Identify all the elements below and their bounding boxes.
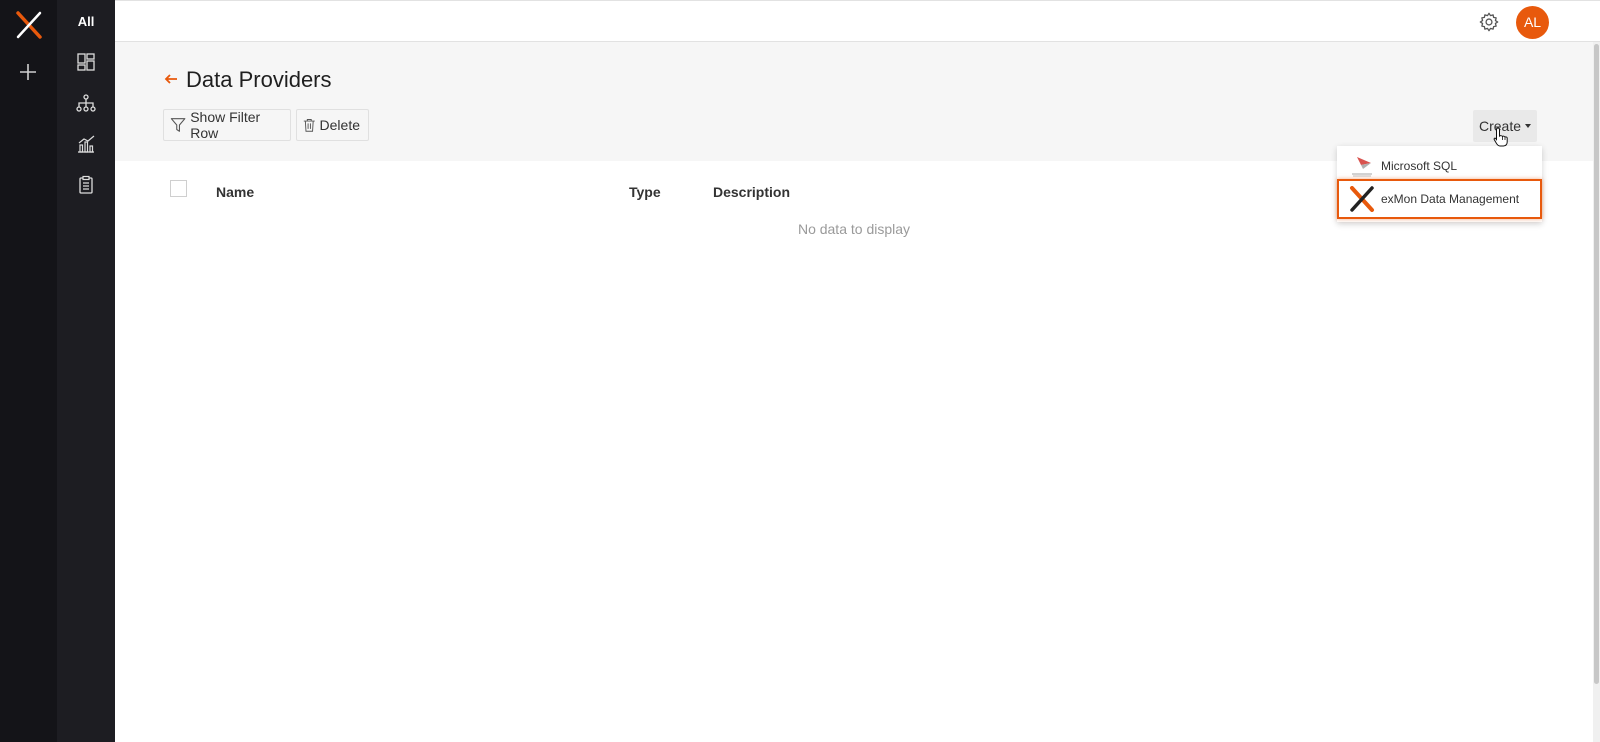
exmon-logo-icon[interactable]: [14, 10, 44, 40]
delete-button[interactable]: Delete: [296, 109, 369, 141]
create-dropdown-menu: Microsoft SQL exMon Data Management: [1337, 146, 1542, 222]
menu-item-microsoft-sql[interactable]: Microsoft SQL: [1337, 151, 1542, 181]
scrollbar-thumb[interactable]: [1594, 44, 1599, 684]
clipboard-icon[interactable]: [76, 175, 96, 195]
user-avatar[interactable]: AL: [1516, 6, 1549, 39]
app-window: All AL Data Providers Show Filter Row De…: [0, 0, 1600, 742]
delete-label: Delete: [319, 117, 360, 133]
column-header-description[interactable]: Description: [713, 184, 790, 200]
trash-icon: [303, 119, 315, 132]
select-all-checkbox[interactable]: [170, 180, 187, 197]
add-icon[interactable]: [16, 60, 40, 84]
chart-icon[interactable]: [76, 134, 96, 154]
page-title: Data Providers: [186, 67, 332, 92]
menu-item-label: exMon Data Management: [1381, 192, 1520, 206]
filter-icon: [170, 118, 186, 132]
menu-item-label: Microsoft SQL: [1381, 159, 1458, 173]
gear-icon[interactable]: [1478, 11, 1500, 33]
hierarchy-icon[interactable]: [76, 93, 96, 113]
column-header-type[interactable]: Type: [629, 184, 661, 200]
show-filter-row-button[interactable]: Show Filter Row: [163, 109, 291, 141]
data-providers-grid: Name Type Description No data to display: [115, 161, 1593, 742]
back-arrow-icon[interactable]: [164, 68, 178, 90]
category-sidebar: All: [57, 0, 115, 742]
chevron-down-icon: [1525, 124, 1532, 128]
sidebar-item-all[interactable]: All: [57, 10, 115, 34]
column-header-name[interactable]: Name: [216, 184, 254, 200]
vertical-scrollbar[interactable]: [1593, 42, 1600, 742]
exmon-logo-icon: [1350, 186, 1374, 212]
dashboard-icon[interactable]: [76, 52, 96, 72]
app-rail: [0, 0, 57, 742]
page-header: Data Providers Show Filter Row Delete Cr…: [115, 42, 1593, 161]
menu-item-exmon-data-management[interactable]: exMon Data Management: [1337, 179, 1542, 219]
sql-server-icon: [1352, 157, 1372, 177]
hand-cursor-icon: [1493, 127, 1508, 147]
show-filter-row-label: Show Filter Row: [190, 109, 261, 141]
empty-state-text: No data to display: [797, 221, 911, 237]
top-bar: AL: [115, 0, 1600, 42]
